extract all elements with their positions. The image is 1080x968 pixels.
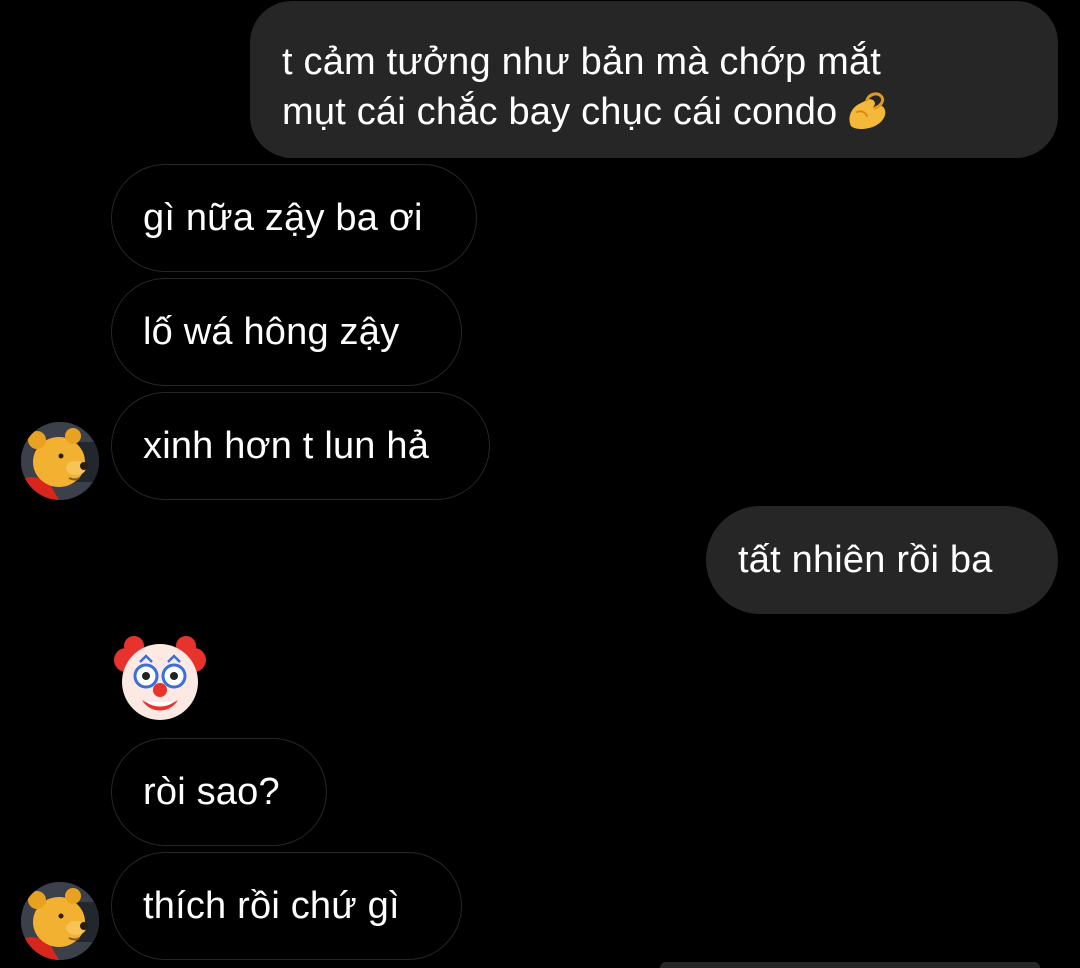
winnie-the-pooh-icon [21, 422, 99, 500]
message-text: ròi sao? [143, 771, 280, 813]
message-line: mụt cái chắc bay chục cái condo [282, 87, 1026, 143]
message-line: t cảm tưởng như bản mà chớp mắt [282, 41, 882, 83]
winnie-the-pooh-icon [21, 882, 99, 960]
received-message-bubble[interactable]: thích rồi chứ gì [111, 852, 462, 960]
partial-message-bubble [660, 962, 1040, 968]
received-message-bubble[interactable]: gì nữa zậy ba ơi [111, 164, 477, 272]
message-line-text: mụt cái chắc bay chục cái condo [282, 91, 838, 133]
message-text: thích rồi chứ gì [143, 885, 400, 927]
avatar[interactable] [21, 422, 99, 500]
avatar[interactable] [21, 882, 99, 960]
message-text: gì nữa zậy ba ơi [143, 197, 423, 239]
sent-message-bubble[interactable]: tất nhiên rồi ba [706, 506, 1058, 614]
pinching-hand-icon [845, 90, 889, 143]
message-text: tất nhiên rồi ba [738, 539, 993, 581]
message-text: xinh hơn t lun hả [143, 425, 430, 467]
clown-face-icon [114, 636, 206, 720]
received-message-bubble[interactable]: lố wá hông zậy [111, 278, 462, 386]
received-message-bubble[interactable]: xinh hơn t lun hả [111, 392, 490, 500]
received-message-bubble[interactable]: ròi sao? [111, 738, 327, 846]
chat-thread: t cảm tưởng như bản mà chớp mắt mụt cái … [0, 0, 1080, 968]
message-text: lố wá hông zậy [143, 311, 400, 353]
sent-message-bubble[interactable]: t cảm tưởng như bản mà chớp mắt mụt cái … [250, 1, 1058, 158]
emoji-message[interactable] [112, 630, 208, 726]
